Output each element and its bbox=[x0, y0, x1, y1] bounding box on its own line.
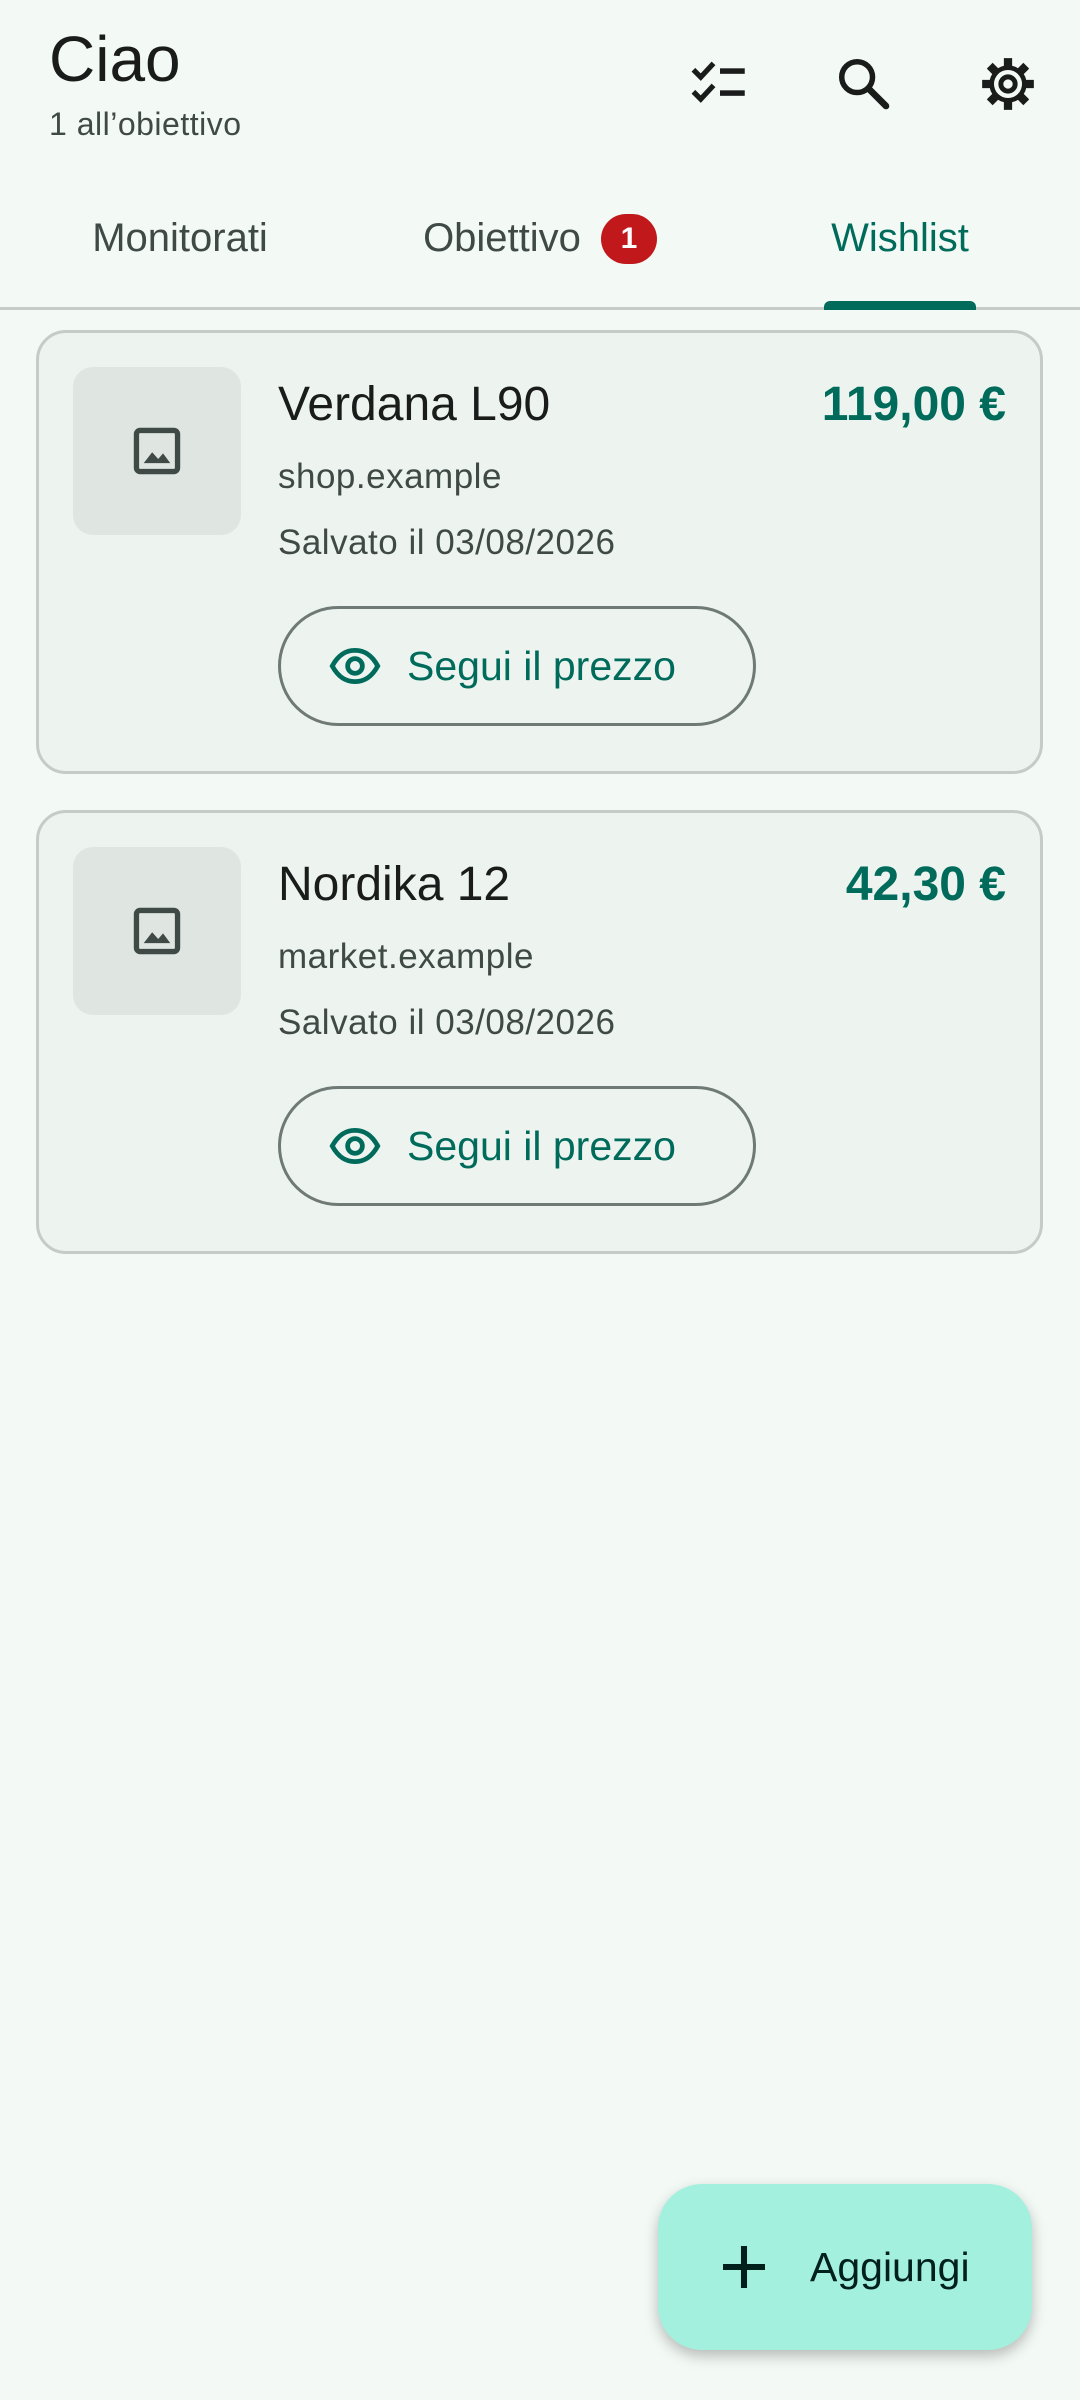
follow-price-label: Segui il prezzo bbox=[407, 642, 676, 689]
add-button[interactable]: Aggiungi bbox=[658, 2184, 1032, 2350]
settings-button[interactable] bbox=[966, 42, 1050, 126]
product-price: 119,00 € bbox=[821, 378, 1006, 431]
image-placeholder-icon bbox=[133, 427, 181, 475]
tab-monitorati[interactable]: Monitorati bbox=[0, 170, 360, 307]
page-subtitle: 1 all’obiettivo bbox=[49, 106, 242, 142]
tab-obiettivo[interactable]: Obiettivo 1 bbox=[360, 170, 720, 307]
checklist-icon bbox=[691, 61, 745, 103]
tab-label: Wishlist bbox=[831, 216, 969, 260]
image-placeholder-icon bbox=[133, 907, 181, 955]
product-price: 42,30 € bbox=[845, 858, 1006, 911]
plus-icon bbox=[723, 2246, 765, 2288]
top-app-bar: Ciao 1 all’obiettivo bbox=[0, 0, 1080, 160]
eye-icon bbox=[329, 648, 381, 684]
tab-wishlist[interactable]: Wishlist bbox=[720, 170, 1080, 307]
search-button[interactable] bbox=[822, 42, 906, 126]
tab-label: Obiettivo bbox=[423, 216, 581, 260]
settings-icon bbox=[982, 58, 1034, 110]
follow-price-button[interactable]: Segui il prezzo bbox=[278, 1086, 756, 1206]
saved-date: Salvato il 03/08/2026 bbox=[278, 523, 616, 562]
search-icon bbox=[838, 58, 890, 110]
page-title: Ciao bbox=[49, 23, 181, 95]
app-screen: Ciao 1 all’obiettivo Monitorati Obiettiv… bbox=[0, 0, 1080, 2400]
product-name: Nordika 12 bbox=[278, 858, 511, 911]
product-thumbnail bbox=[73, 367, 241, 535]
follow-price-button[interactable]: Segui il prezzo bbox=[278, 606, 756, 726]
active-tab-indicator bbox=[824, 301, 976, 310]
tab-label: Monitorati bbox=[92, 216, 268, 260]
checklist-button[interactable] bbox=[678, 42, 762, 126]
follow-price-label: Segui il prezzo bbox=[407, 1122, 676, 1169]
product-name: Verdana L90 bbox=[278, 378, 551, 431]
tab-bar: Monitorati Obiettivo 1 Wishlist bbox=[0, 170, 1080, 310]
wishlist-card[interactable]: Nordika 12 42,30 € market.example Salvat… bbox=[36, 810, 1043, 1254]
wishlist-card[interactable]: Verdana L90 119,00 € shop.example Salvat… bbox=[36, 330, 1043, 774]
product-shop: shop.example bbox=[278, 457, 502, 496]
product-shop: market.example bbox=[278, 937, 534, 976]
notification-badge: 1 bbox=[600, 213, 657, 264]
saved-date: Salvato il 03/08/2026 bbox=[278, 1003, 616, 1042]
add-button-label: Aggiungi bbox=[810, 2243, 970, 2290]
product-thumbnail bbox=[73, 847, 241, 1015]
eye-icon bbox=[329, 1128, 381, 1164]
